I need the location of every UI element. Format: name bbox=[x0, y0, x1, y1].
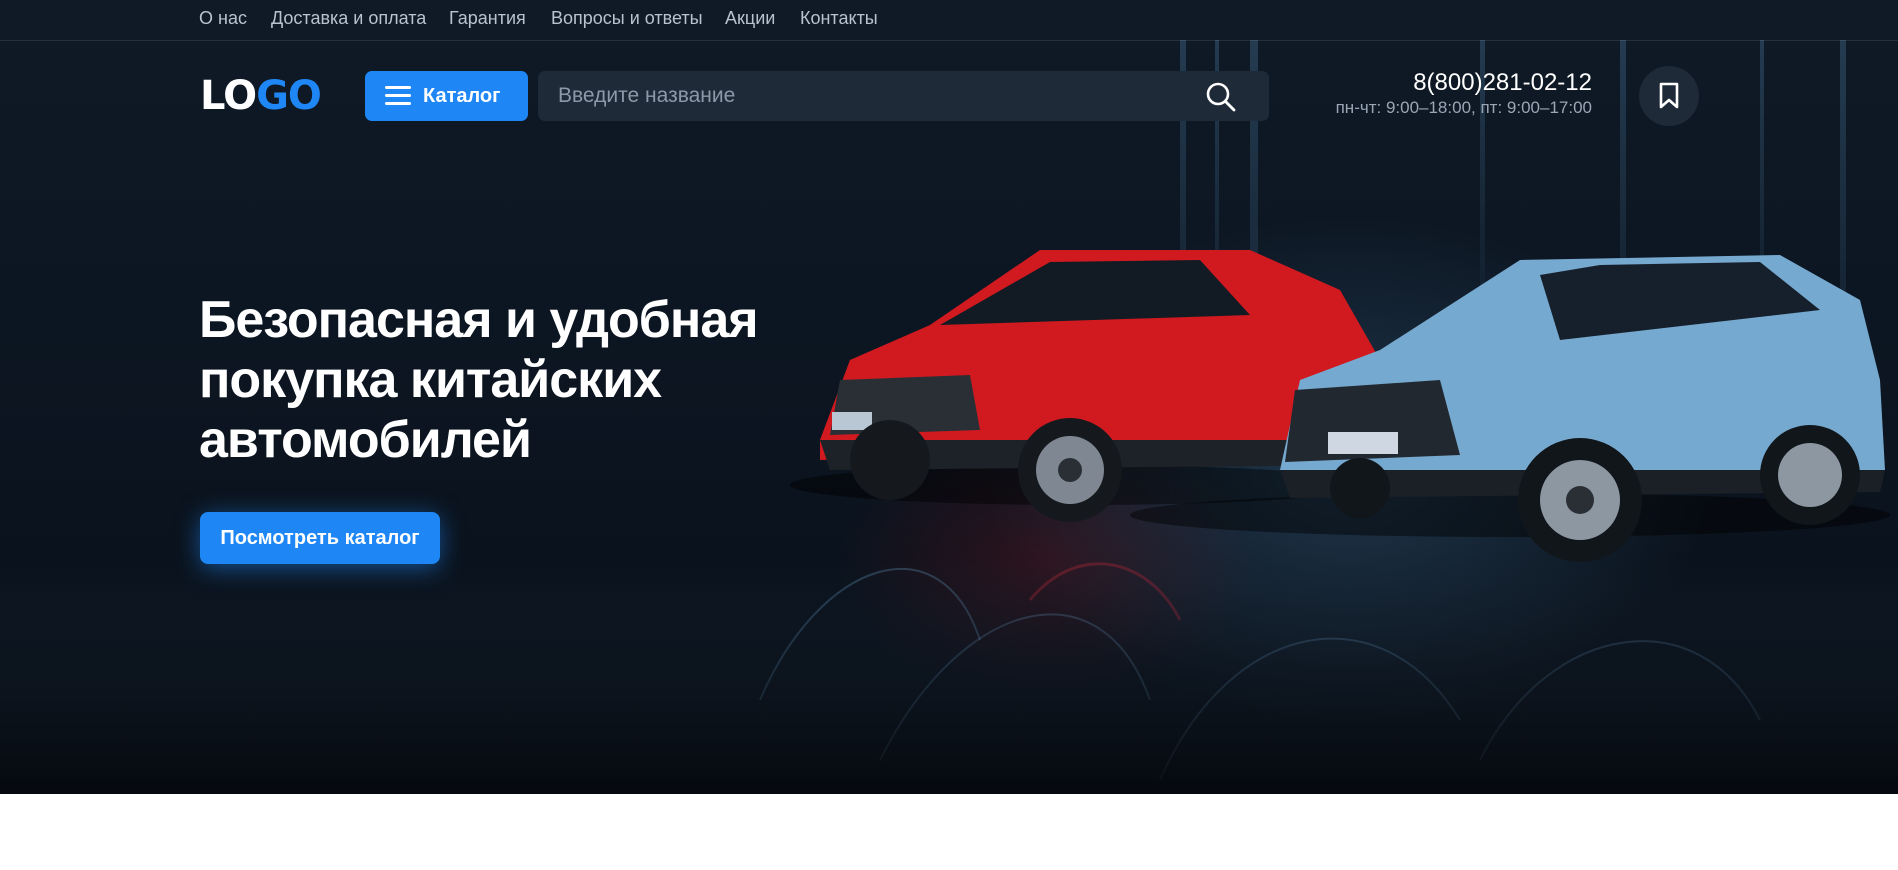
hero-headline-line-3: автомобилей bbox=[199, 411, 532, 469]
nav-link-promotions[interactable]: Акции bbox=[725, 8, 775, 29]
nav-link-about[interactable]: О нас bbox=[199, 8, 247, 29]
nav-link-faq[interactable]: Вопросы и ответы bbox=[551, 8, 703, 29]
search-icon[interactable] bbox=[1205, 81, 1237, 113]
logo[interactable]: LOGO bbox=[200, 73, 322, 119]
search-bar bbox=[538, 71, 1269, 121]
menu-icon bbox=[385, 86, 411, 106]
bookmark-button[interactable] bbox=[1639, 66, 1699, 126]
hero-headline-line-1: Безопасная и удобная bbox=[199, 291, 759, 349]
search-input[interactable] bbox=[558, 71, 1198, 121]
logo-text-primary: LO bbox=[200, 73, 257, 119]
hero-headline: Безопасная и удобная покупка китайских а… bbox=[199, 290, 839, 470]
view-catalog-button[interactable]: Посмотреть каталог bbox=[200, 512, 440, 564]
cars-illustration bbox=[790, 250, 1890, 562]
nav-link-warranty[interactable]: Гарантия bbox=[449, 8, 526, 29]
working-hours: пн-чт: 9:00–18:00, пт: 9:00–17:00 bbox=[1335, 98, 1592, 117]
phone-number[interactable]: 8(800)281-02-12 bbox=[1413, 69, 1592, 97]
hero-section: О нас Доставка и оплата Гарантия Вопросы… bbox=[0, 0, 1898, 794]
nav-link-delivery[interactable]: Доставка и оплата bbox=[271, 8, 426, 29]
top-navigation: О нас Доставка и оплата Гарантия Вопросы… bbox=[0, 0, 1898, 41]
catalog-button[interactable]: Каталог bbox=[365, 71, 528, 121]
logo-text-accent: GO bbox=[256, 73, 322, 119]
bookmark-icon bbox=[1659, 82, 1679, 109]
hero-headline-line-2: покупка китайских bbox=[199, 351, 662, 409]
nav-link-contacts[interactable]: Контакты bbox=[800, 8, 878, 29]
catalog-button-label: Каталог bbox=[423, 84, 501, 107]
